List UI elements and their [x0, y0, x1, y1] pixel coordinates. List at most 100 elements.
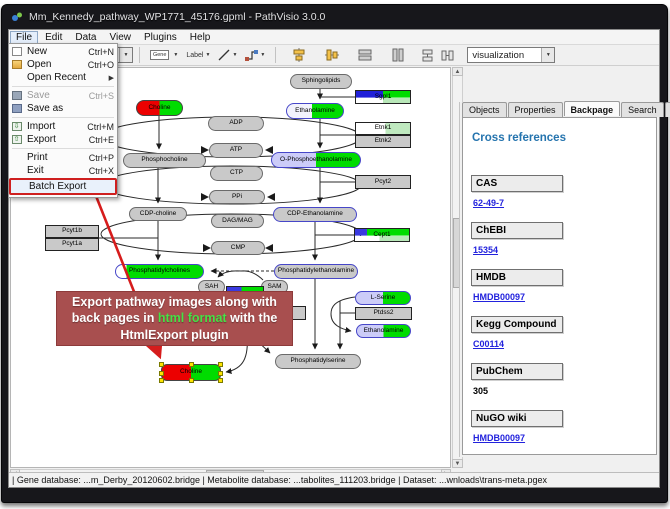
align-center-y-button[interactable] [323, 46, 341, 64]
selection-handle[interactable] [159, 362, 164, 367]
xref-link[interactable]: 15354 [473, 245, 648, 255]
node-phosphatidylserine[interactable]: Phosphatidylserine [275, 354, 361, 369]
menubar-item-view[interactable]: View [103, 31, 137, 44]
open-folder-icon [11, 60, 22, 70]
menu-item-exit[interactable]: ExitCtrl+X [9, 164, 117, 177]
node-label: Choline [180, 369, 202, 376]
node-label: L-Serine [371, 295, 396, 302]
common-height-button[interactable] [356, 46, 374, 64]
file-menu: NewCtrl+NOpenCtrl+OOpen Recent▶ SaveCtrl+… [8, 43, 118, 198]
menu-item-batch-export[interactable]: Batch Export [9, 178, 117, 195]
selection-handle[interactable] [218, 378, 223, 383]
tab-backpage[interactable]: Backpage [564, 101, 621, 116]
menubar-item-data[interactable]: Data [69, 31, 102, 44]
node-pcyt1b[interactable]: Pcyt1b [45, 225, 99, 238]
chevron-down-icon: ▼ [173, 52, 178, 58]
node-label: Ethanolamine [295, 108, 335, 115]
node-phosphatidylcholines[interactable]: Phosphatidylcholines [115, 264, 204, 279]
node-ppi[interactable]: PPi [209, 190, 265, 204]
visualization-combobox[interactable]: visualization ▼ [467, 47, 555, 63]
xref-link[interactable]: C00114 [473, 339, 648, 349]
menubar-item-file[interactable]: File [10, 31, 38, 44]
chevron-down-icon: ▼ [206, 52, 211, 58]
selection-handle[interactable] [189, 378, 194, 383]
menu-item-import[interactable]: ⇩ImportCtrl+M [9, 120, 117, 133]
node-etnk1[interactable]: Etnk1 [355, 122, 411, 135]
xref-link[interactable]: HMDB00097 [473, 292, 648, 302]
title-bar[interactable]: Mm_Kennedy_pathway_WP1771_45176.gpml - P… [2, 5, 667, 29]
menu-item-new[interactable]: NewCtrl+N [9, 45, 117, 58]
menu-item-save-as[interactable]: Save as [9, 102, 117, 115]
node-cmp[interactable]: CMP [211, 241, 265, 255]
node-choline[interactable]: Choline [161, 364, 221, 381]
xref-section-hmdb: HMDBHMDB00097 [471, 269, 648, 302]
node-ethanolamine[interactable]: Ethanolamine [286, 103, 344, 119]
selection-handle[interactable] [159, 378, 164, 383]
menu-item-shortcut: Ctrl+O [88, 60, 114, 70]
align-center-y-icon [325, 48, 339, 62]
node-label: Ptdss2 [374, 310, 394, 317]
line-tool-button[interactable]: ▼ [215, 46, 240, 64]
tab-legend[interactable]: Legend [665, 102, 670, 117]
node-adp[interactable]: ADP [208, 116, 264, 131]
node-o-phosphoethanolamine[interactable]: O-Phosphoethanolamine [271, 152, 361, 168]
node-label: CDP-choline [140, 211, 177, 218]
xref-link[interactable]: 62-49-7 [473, 198, 648, 208]
xref-value: 305 [473, 386, 648, 396]
node-cdp-choline[interactable]: CDP-choline [129, 207, 187, 221]
node-ptdss2[interactable]: Ptdss2 [355, 307, 412, 320]
scroll-down-icon[interactable]: ▼ [452, 459, 463, 468]
menubar-item-help[interactable]: Help [184, 31, 217, 44]
node-ethanolamine[interactable]: Ethanolamine [356, 324, 411, 338]
node-cdp-ethanolamine[interactable]: CDP-Ethanolamine [273, 207, 357, 222]
node-phosphatidylethanolamine[interactable]: Phosphatidylethanolamine [274, 264, 358, 279]
node-label: SAM [267, 284, 281, 291]
tab-objects[interactable]: Objects [462, 102, 507, 117]
scroll-up-icon[interactable]: ▲ [452, 67, 463, 76]
common-width-button[interactable] [389, 46, 407, 64]
selection-handle[interactable] [218, 362, 223, 367]
selection-handle[interactable] [189, 362, 194, 367]
node-atp[interactable]: ATP [209, 143, 263, 158]
connector-tool-button[interactable]: ▼ [242, 46, 268, 64]
node-dag-mag[interactable]: DAG/MAG [211, 214, 264, 228]
xref-link[interactable]: HMDB00097 [473, 433, 648, 443]
gene-tool-button[interactable]: Gene ▼ [147, 46, 181, 64]
node-sphingolipids[interactable]: Sphingolipids [290, 74, 352, 89]
node-choline[interactable]: Choline [136, 100, 183, 116]
selection-handle[interactable] [159, 371, 164, 376]
label-tool-button[interactable]: Label ▼ [183, 46, 213, 64]
node-label: Ethanolamine [364, 328, 404, 335]
node-l-serine[interactable]: L-Serine [355, 291, 411, 305]
menu-item-open-recent[interactable]: Open Recent▶ [9, 71, 117, 84]
menu-item-open[interactable]: OpenCtrl+O [9, 58, 117, 71]
menu-item-print[interactable]: PrintCtrl+P [9, 151, 117, 164]
node-label: Pcyt1b [62, 228, 82, 235]
node-phosphocholine[interactable]: Phosphocholine [123, 153, 206, 168]
menubar-item-edit[interactable]: Edit [39, 31, 68, 44]
node-cept1[interactable]: Cept1 [354, 228, 410, 242]
save-as-icon [11, 104, 22, 114]
node-sgpl1[interactable]: Sgpl1 [355, 90, 411, 104]
node-pcyt2[interactable]: Pcyt2 [355, 175, 411, 189]
tab-properties[interactable]: Properties [508, 102, 563, 117]
selection-handle[interactable] [218, 371, 223, 376]
chevron-down-icon[interactable]: ▼ [541, 48, 554, 62]
callout-highlight: html format [158, 311, 227, 325]
menu-item-shortcut: Ctrl+P [89, 153, 114, 163]
node-ctp[interactable]: CTP [210, 166, 263, 181]
menu-item-label: Export [27, 134, 89, 145]
menu-item-export[interactable]: ⇧ExportCtrl+E [9, 133, 117, 146]
align-center-x-button[interactable] [290, 46, 308, 64]
menu-item-save[interactable]: SaveCtrl+S [9, 89, 117, 102]
stack-horizontal-button[interactable] [438, 46, 456, 64]
node-etnk2[interactable]: Etnk2 [355, 135, 411, 148]
node-label: O-Phosphoethanolamine [280, 157, 352, 164]
chevron-down-icon[interactable]: ▼ [119, 48, 132, 62]
cross-references-list: CAS62-49-7ChEBI15354HMDBHMDB00097Kegg Co… [471, 175, 648, 455]
stack-vertical-button[interactable] [418, 46, 436, 64]
menubar-item-plugins[interactable]: Plugins [138, 31, 183, 44]
tab-search[interactable]: Search [621, 102, 664, 117]
node-pcyt1a[interactable]: Pcyt1a [45, 238, 99, 251]
cross-references-heading: Cross references [472, 132, 648, 144]
